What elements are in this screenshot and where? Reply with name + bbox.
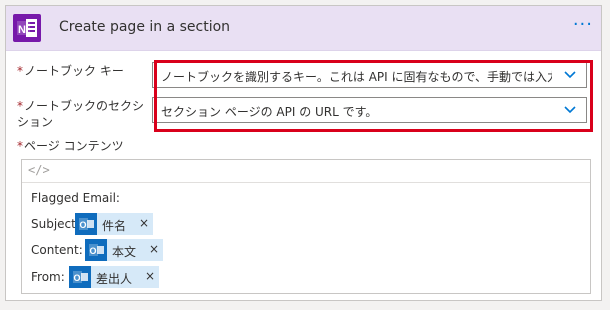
svg-text:N: N: [18, 24, 26, 36]
action-card: N Create page in a section ··· *ノートブック キ…: [5, 5, 602, 301]
token-label: 本文: [112, 245, 137, 259]
outlook-icon: O: [69, 266, 91, 288]
dynamic-token-from[interactable]: O 差出人 ×: [69, 266, 159, 288]
notebook-section-label: *ノートブックのセクシ ション: [17, 99, 145, 129]
required-marker: *: [17, 139, 23, 153]
dynamic-token-subject[interactable]: O 件名 ×: [75, 213, 153, 235]
annotation-highlight-box: [154, 60, 593, 132]
svg-text:O: O: [80, 220, 87, 230]
more-options-button[interactable]: ···: [573, 15, 593, 35]
editor-toolbar: </>: [22, 160, 590, 183]
token-label: 差出人: [96, 272, 133, 286]
remove-token-button[interactable]: ×: [139, 216, 149, 230]
remove-token-button[interactable]: ×: [149, 242, 159, 256]
onenote-icon: N: [13, 14, 41, 42]
editor-heading: Flagged Email:: [31, 191, 120, 205]
card-header[interactable]: N Create page in a section ···: [6, 6, 601, 51]
content-label: Content:: [31, 243, 83, 257]
required-marker: *: [17, 99, 23, 113]
outlook-icon: O: [75, 213, 97, 235]
from-label: From:: [31, 270, 65, 284]
svg-text:O: O: [74, 273, 81, 283]
token-label: 件名: [102, 219, 127, 233]
subject-label: Subject:: [31, 217, 80, 231]
svg-text:O: O: [90, 246, 97, 256]
card-title: Create page in a section: [59, 19, 231, 35]
page-content-label: *ページ コンテンツ: [17, 139, 124, 153]
outlook-icon: O: [85, 239, 107, 261]
dynamic-token-content[interactable]: O 本文 ×: [85, 239, 163, 261]
code-view-icon[interactable]: </>: [28, 163, 50, 177]
notebook-key-label: *ノートブック キー: [17, 64, 124, 78]
remove-token-button[interactable]: ×: [145, 269, 155, 283]
page-content-editor[interactable]: </> Flagged Email: Subject: O 件名 × Conte…: [21, 159, 591, 294]
required-marker: *: [17, 64, 23, 78]
